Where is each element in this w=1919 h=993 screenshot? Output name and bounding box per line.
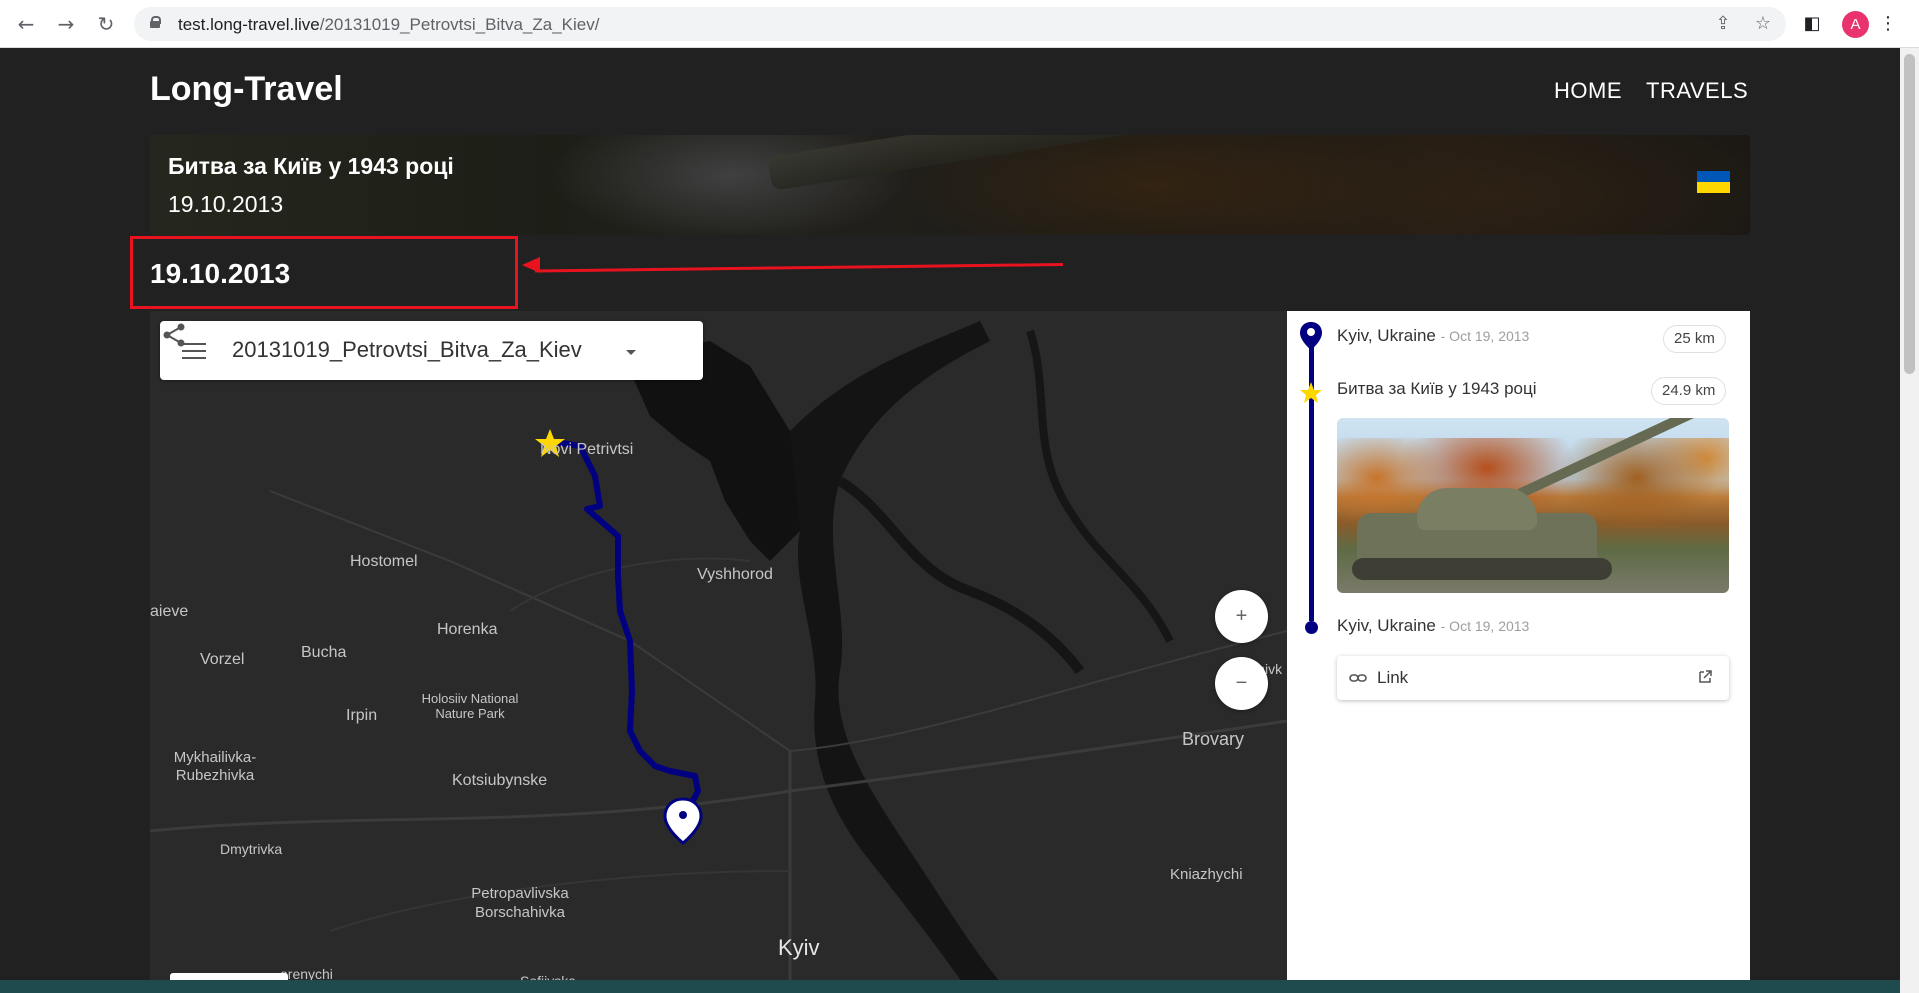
side-panel-icon[interactable]: ◧ xyxy=(1800,12,1824,36)
map-label-brovary: Brovary xyxy=(1182,729,1245,749)
map-label-hostomel: Hostomel xyxy=(350,553,418,570)
back-icon[interactable]: ← xyxy=(14,12,38,36)
url-text[interactable]: test.long-travel.live/20131019_Petrovtsi… xyxy=(178,15,599,35)
bookmark-star-icon[interactable]: ☆ xyxy=(1752,13,1774,35)
link-card[interactable]: Link xyxy=(1337,656,1729,700)
link-label: Link xyxy=(1377,668,1409,687)
river-branch xyxy=(837,476,1084,675)
dnipro-river xyxy=(790,321,1010,993)
timeline-end-label: Kyiv, Ukraine xyxy=(1337,616,1436,635)
poi-photo[interactable] xyxy=(1337,418,1729,593)
zoom-in-button[interactable]: + xyxy=(1215,590,1268,643)
star-icon xyxy=(1300,382,1322,403)
forward-icon[interactable]: → xyxy=(54,12,78,36)
page-content: Long-Travel HOME TRAVELS Битва за Київ у… xyxy=(0,48,1900,993)
route-map[interactable]: Novi Petrivtsi Hostomel Vyshhorod aieve … xyxy=(150,311,1287,993)
site-brand[interactable]: Long-Travel xyxy=(150,70,343,109)
scrollbar-thumb[interactable] xyxy=(1904,54,1915,374)
distance-chip: 24.9 km xyxy=(1651,377,1727,405)
map-title-dropdown[interactable]: 20131019_Petrovtsi_Bitva_Za_Kiev xyxy=(232,337,582,363)
map-toolbar: 20131019_Petrovtsi_Bitva_Za_Kiev xyxy=(160,321,703,380)
url-path: /20131019_Petrovtsi_Bitva_Za_Kiev/ xyxy=(319,15,600,34)
map-label-kotsiubynske: Kotsiubynske xyxy=(452,772,548,789)
map-label-vorzel: Vorzel xyxy=(200,651,245,668)
annotation-arrow-line xyxy=(535,263,1064,273)
timeline-start-date: - Oct 19, 2013 xyxy=(1440,328,1530,344)
route-line xyxy=(554,439,701,832)
end-pin-dot xyxy=(679,811,687,819)
map-label-kyiv: Kyiv xyxy=(778,935,820,960)
map-label-mykhailivka: Mykhailivka-Rubezhivka xyxy=(173,749,257,784)
hero-banner: Битва за Київ у 1943 році 19.10.2013 xyxy=(150,135,1750,235)
map-label-novi-petrivtsi: Novi Petrivtsi xyxy=(540,441,634,458)
map-label-vyshhorod: Vyshhorod xyxy=(697,566,773,583)
external-link-icon[interactable] xyxy=(1697,669,1713,685)
map-label-kniazhychi: Kniazhychi xyxy=(1170,866,1243,883)
hero-overlay xyxy=(150,135,1750,235)
annotation-highlight-box xyxy=(130,236,518,309)
timeline-panel: Kyiv, Ukraine - Oct 19, 2013 25 km Битва… xyxy=(1287,311,1750,993)
river-desna xyxy=(1026,329,1174,643)
taskbar-strip xyxy=(0,980,1900,993)
map-label-horenka: Horenka xyxy=(437,621,498,638)
end-dot-icon xyxy=(1305,621,1318,634)
map-label-petropavlivska: Petropavlivska Borschahivka xyxy=(471,885,569,921)
map-label-bucha: Bucha xyxy=(301,644,347,661)
timeline-start-place[interactable]: Kyiv, Ukraine - Oct 19, 2013 xyxy=(1337,326,1529,346)
map-label-holosiiv: Holosiiv National Nature Park xyxy=(421,691,519,721)
timeline-end-date: - Oct 19, 2013 xyxy=(1440,618,1530,634)
road xyxy=(150,719,1287,833)
timeline-start-label: Kyiv, Ukraine xyxy=(1337,326,1436,345)
zoom-out-button[interactable]: − xyxy=(1215,657,1268,710)
lock-icon[interactable] xyxy=(150,16,161,28)
share-icon[interactable] xyxy=(160,321,188,349)
hero-title: Битва за Київ у 1943 році xyxy=(168,153,454,179)
timeline-end-place[interactable]: Kyiv, Ukraine - Oct 19, 2013 xyxy=(1337,616,1529,636)
map-label-gaieve: aieve xyxy=(150,603,189,620)
link-icon xyxy=(1349,674,1367,682)
browser-toolbar: ← → ↻ test.long-travel.live/20131019_Pet… xyxy=(0,0,1919,48)
nav-home-link[interactable]: HOME xyxy=(1554,78,1622,104)
page-scrollbar[interactable] xyxy=(1900,48,1919,993)
annotation-arrow-head xyxy=(522,257,540,273)
chevron-down-icon[interactable] xyxy=(626,350,636,355)
map-label-dmytrivka: Dmytrivka xyxy=(220,841,283,857)
nav-travels-link[interactable]: TRAVELS xyxy=(1646,78,1748,104)
start-pin-icon xyxy=(1300,322,1322,350)
distance-chip: 25 km xyxy=(1663,325,1726,353)
address-bar[interactable]: test.long-travel.live/20131019_Petrovtsi… xyxy=(134,7,1786,41)
map-label-irpin: Irpin xyxy=(346,707,378,724)
profile-avatar[interactable]: A xyxy=(1842,11,1869,38)
end-pin-icon xyxy=(663,797,703,845)
url-host: test.long-travel.live xyxy=(178,15,320,34)
ukraine-flag-icon xyxy=(1697,171,1730,193)
share-page-icon[interactable]: ⇪ xyxy=(1712,13,1734,35)
hero-date: 19.10.2013 xyxy=(168,191,284,217)
reload-icon[interactable]: ↻ xyxy=(94,12,118,36)
more-menu-icon[interactable]: ⋮ xyxy=(1876,12,1900,36)
timeline-poi-place[interactable]: Битва за Київ у 1943 році xyxy=(1337,379,1537,399)
